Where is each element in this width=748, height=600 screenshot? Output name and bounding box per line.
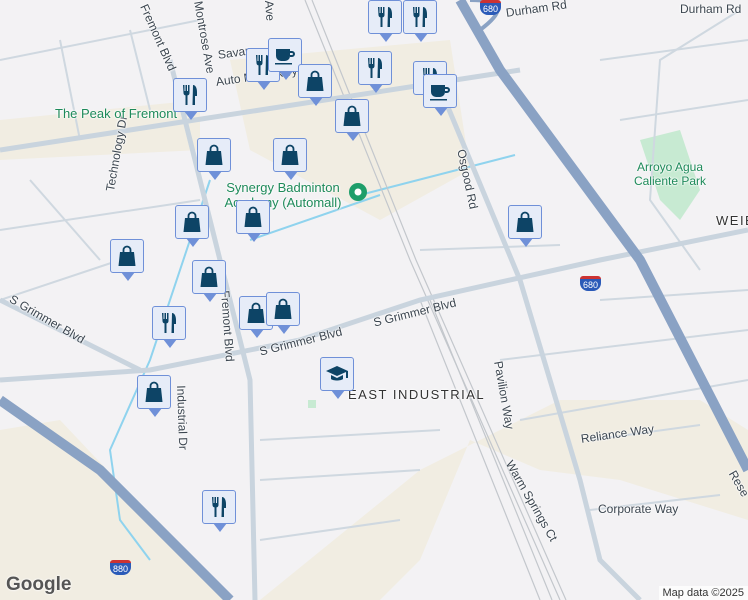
restaurant-icon [212, 497, 226, 517]
shopping-marker[interactable] [110, 239, 144, 281]
shopping-icon [183, 211, 201, 232]
shopping-icon [343, 105, 361, 126]
shopping-marker[interactable] [508, 205, 542, 247]
coffee-marker[interactable] [268, 38, 302, 80]
shopping-icon [200, 266, 218, 287]
restaurant-marker[interactable] [368, 0, 402, 42]
shopping-icon [306, 70, 324, 91]
shopping-icon [247, 302, 265, 323]
shopping-marker[interactable] [197, 138, 231, 180]
restaurant-marker[interactable] [202, 490, 236, 532]
shopping-icon [118, 245, 136, 266]
coffee-icon [275, 49, 295, 65]
i880-shield: 880 [110, 560, 132, 575]
street-label: Ave [262, 0, 278, 22]
restaurant-icon [162, 313, 176, 333]
shopping-icon [145, 381, 163, 402]
poi-peak-of-fremont[interactable]: The Peak of Fremont [55, 106, 177, 121]
shopping-marker[interactable] [335, 99, 369, 141]
shopping-icon [274, 298, 292, 319]
district-label: EAST INDUSTRIAL [348, 387, 486, 402]
pin-dot [354, 188, 362, 196]
restaurant-icon [413, 7, 427, 27]
coffee-icon [430, 85, 450, 101]
shopping-marker[interactable] [192, 260, 226, 302]
map-attribution[interactable]: Map data ©2025 [658, 586, 748, 600]
school-icon [326, 366, 348, 381]
restaurant-marker[interactable] [152, 306, 186, 348]
shopping-icon [516, 211, 534, 232]
i680-shield: 680 [580, 276, 602, 291]
shopping-marker[interactable] [273, 138, 307, 180]
shopping-marker[interactable] [137, 375, 171, 417]
restaurant-icon [183, 85, 197, 105]
shopping-marker[interactable] [236, 200, 270, 242]
shopping-icon [205, 144, 223, 165]
shopping-marker[interactable] [266, 292, 300, 334]
street-label: Industrial Dr [174, 385, 191, 451]
school-marker[interactable] [320, 357, 354, 399]
restaurant-marker[interactable] [173, 78, 207, 120]
restaurant-icon [368, 58, 382, 78]
restaurant-marker[interactable] [403, 0, 437, 42]
shopping-marker[interactable] [298, 64, 332, 106]
google-logo: Google [6, 574, 72, 595]
shopping-icon [244, 206, 262, 227]
coffee-marker[interactable] [423, 74, 457, 116]
waterways [108, 154, 516, 561]
shopping-marker[interactable] [175, 205, 209, 247]
area-label: WEIBEL [716, 213, 748, 228]
street-label: Corporate Way [598, 502, 679, 516]
i680-shield: 680 [480, 0, 502, 15]
shopping-icon [281, 144, 299, 165]
poi-arroyo-park[interactable]: Arroyo Agua Caliente Park [625, 160, 715, 188]
restaurant-marker[interactable] [358, 51, 392, 93]
restaurant-icon [378, 7, 392, 27]
street-label: Durham Rd [680, 2, 742, 16]
